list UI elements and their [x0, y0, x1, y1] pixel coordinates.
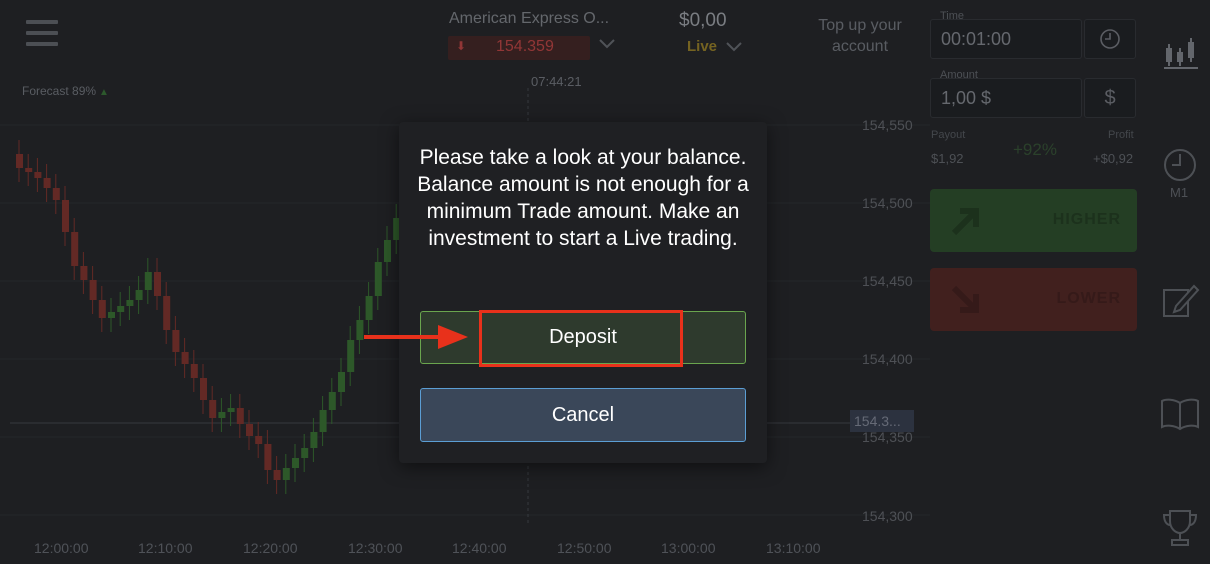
arrow-right-icon — [364, 325, 468, 349]
insufficient-balance-dialog: Please take a look at your balance. Bala… — [399, 122, 767, 463]
deposit-highlight — [479, 310, 683, 367]
cancel-button[interactable]: Cancel — [420, 388, 746, 442]
dialog-message: Please take a look at your balance. Bala… — [417, 146, 749, 250]
cancel-label: Cancel — [551, 404, 615, 426]
